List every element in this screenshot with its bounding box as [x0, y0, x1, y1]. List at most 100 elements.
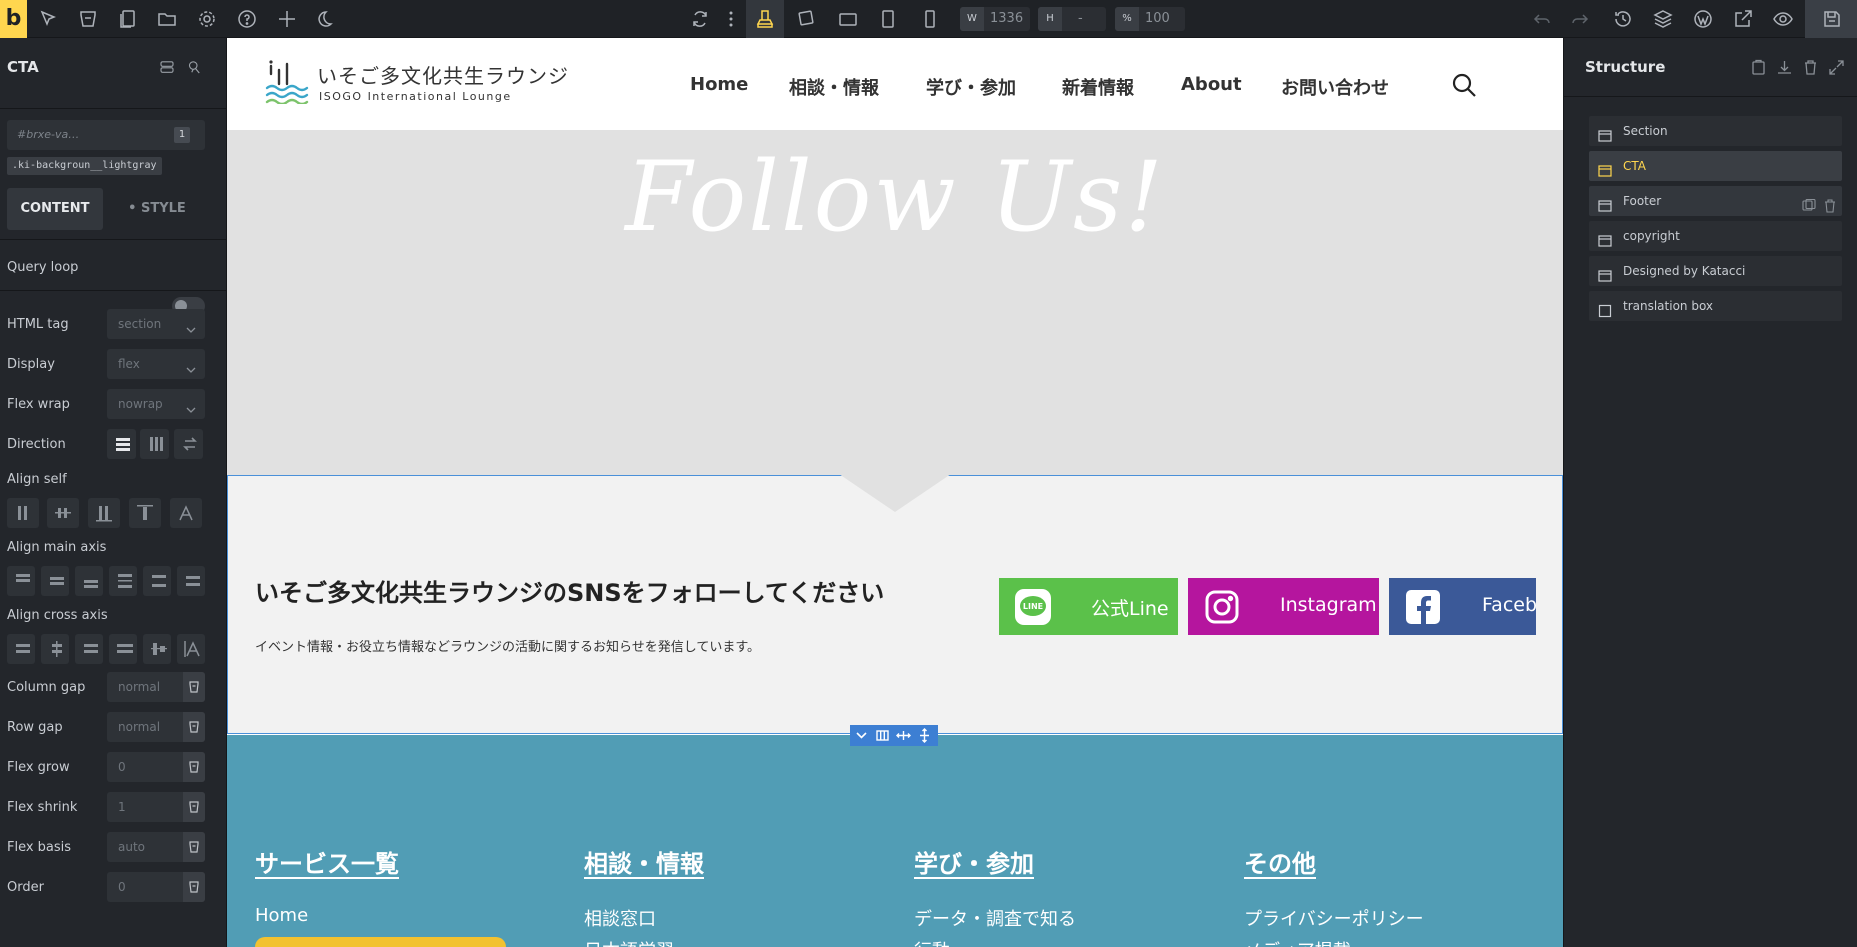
dark-mode-moon-icon[interactable] — [315, 7, 339, 31]
structure-item-cta[interactable]: CTA — [1589, 151, 1842, 181]
footer-link[interactable]: 相談窓口 — [584, 905, 656, 931]
undo-icon[interactable] — [1530, 7, 1554, 31]
zoom-field[interactable]: % 100 — [1115, 7, 1185, 31]
flex-shrink-input[interactable]: 1 — [107, 792, 205, 822]
justify-end-button[interactable] — [75, 566, 103, 596]
align-self-center-button[interactable] — [47, 498, 79, 528]
structure-item-translation-box[interactable]: translation box — [1589, 291, 1842, 321]
footer-heading-other[interactable]: その他 — [1244, 844, 1316, 879]
mobile-icon[interactable] — [918, 7, 942, 31]
css-variable-icon[interactable] — [183, 712, 205, 742]
structure-item-section[interactable]: Section — [1589, 116, 1842, 146]
site-logo-text[interactable]: いそご多文化共生ラウンジ — [317, 60, 569, 89]
layers-icon[interactable] — [1651, 7, 1675, 31]
cursor-icon[interactable] — [36, 7, 60, 31]
justify-start-button[interactable] — [7, 566, 35, 596]
add-element-icon[interactable] — [275, 7, 299, 31]
nav-about[interactable]: About — [1181, 74, 1242, 95]
align-items-stretch-button[interactable] — [109, 634, 137, 664]
footer-link[interactable]: Home — [255, 905, 308, 926]
resize-horizontal-icon[interactable] — [896, 728, 911, 743]
align-self-start-button[interactable] — [7, 498, 39, 528]
tablet-landscape-icon[interactable] — [836, 7, 860, 31]
nav-news[interactable]: 新着情報 — [1062, 74, 1134, 100]
flex-grow-input[interactable]: 0 — [107, 752, 205, 782]
templates-icon[interactable] — [76, 7, 100, 31]
columns-icon[interactable] — [875, 728, 890, 743]
html-tag-select[interactable]: section — [107, 309, 205, 339]
resize-vertical-icon[interactable] — [917, 728, 932, 743]
direction-column-button[interactable] — [140, 429, 169, 459]
direction-reverse-button[interactable] — [174, 429, 203, 459]
flex-basis-input[interactable]: auto — [107, 832, 205, 862]
structure-item-designed-by[interactable]: Designed by Katacci — [1589, 256, 1842, 286]
lounge-logo-mark-icon[interactable] — [265, 60, 311, 106]
align-items-end-button[interactable] — [75, 634, 103, 664]
align-items-text-button[interactable] — [177, 634, 205, 664]
settings-gear-icon[interactable] — [195, 7, 219, 31]
nav-consultation[interactable]: 相談・情報 — [789, 74, 879, 100]
nav-learning[interactable]: 学び・参加 — [926, 74, 1016, 100]
align-items-baseline-button[interactable] — [143, 634, 171, 664]
tab-content[interactable]: CONTENT — [7, 188, 103, 230]
footer-heading-consultation[interactable]: 相談・情報 — [584, 844, 704, 879]
justify-center-button[interactable] — [41, 566, 69, 596]
css-variable-icon[interactable] — [183, 832, 205, 862]
order-input[interactable]: 0 — [107, 872, 205, 902]
footer-link[interactable]: データ・調査で知る — [914, 905, 1076, 931]
footer-link[interactable]: プライバシーポリシー — [1244, 905, 1424, 931]
laptop-breakpoint-icon[interactable] — [794, 7, 818, 31]
display-select[interactable]: flex — [107, 349, 205, 379]
preview-eye-icon[interactable] — [1771, 7, 1795, 31]
width-field[interactable]: W 1336 — [960, 7, 1030, 31]
css-variables-icon[interactable] — [185, 58, 203, 76]
align-items-center-button[interactable] — [41, 634, 69, 664]
structure-item-footer[interactable]: Footer — [1589, 186, 1842, 216]
footer-link[interactable]: 日本語学習 — [584, 937, 674, 947]
structure-item-copyright[interactable]: copyright — [1589, 221, 1842, 251]
footer-highlight-button[interactable] — [255, 937, 506, 947]
search-icon[interactable] — [1450, 71, 1478, 99]
download-icon[interactable] — [1776, 59, 1793, 76]
wordpress-icon[interactable] — [1691, 7, 1715, 31]
redo-icon[interactable] — [1568, 7, 1592, 31]
align-self-baseline-button[interactable] — [170, 498, 202, 528]
footer-link[interactable]: 行動 — [914, 937, 950, 947]
css-variable-icon[interactable] — [183, 752, 205, 782]
convert-component-icon[interactable] — [158, 58, 176, 76]
instagram-button[interactable]: Instagram — [1188, 578, 1379, 635]
bricks-logo[interactable]: b — [0, 0, 27, 38]
history-icon[interactable] — [1611, 7, 1635, 31]
save-icon[interactable] — [1820, 7, 1844, 31]
desktop-breakpoint-icon[interactable] — [753, 7, 777, 31]
height-field[interactable]: H - — [1038, 7, 1106, 31]
flex-wrap-select[interactable]: nowrap — [107, 389, 205, 419]
row-gap-input[interactable]: normal — [107, 712, 205, 742]
facebook-button[interactable]: Facebo — [1389, 578, 1536, 635]
pages-icon[interactable] — [116, 7, 140, 31]
folder-icon[interactable] — [155, 7, 179, 31]
clipboard-icon[interactable] — [1750, 59, 1767, 76]
column-gap-input[interactable]: normal — [107, 672, 205, 702]
expand-icon[interactable] — [1828, 59, 1845, 76]
justify-around-button[interactable] — [143, 566, 171, 596]
chevron-down-icon[interactable] — [854, 728, 869, 743]
refresh-icon[interactable] — [688, 7, 712, 31]
nav-contact[interactable]: お問い合わせ — [1281, 74, 1389, 100]
align-self-stretch-button[interactable] — [129, 498, 161, 528]
css-class-tag[interactable]: .ki-backgroun__lightgray — [7, 157, 162, 175]
line-button[interactable]: LINE 公式Line — [999, 578, 1178, 635]
footer-heading-services[interactable]: サービス一覧 — [255, 844, 399, 879]
tab-style[interactable]: • STYLE — [112, 188, 202, 230]
more-vertical-icon[interactable] — [719, 7, 743, 31]
align-items-start-button[interactable] — [7, 634, 35, 664]
tablet-portrait-icon[interactable] — [876, 7, 900, 31]
css-variable-icon[interactable] — [183, 872, 205, 902]
direction-row-button[interactable] — [107, 429, 136, 459]
nav-home[interactable]: Home — [690, 74, 748, 95]
justify-between-button[interactable] — [109, 566, 137, 596]
footer-link[interactable]: メディア掲載 — [1244, 937, 1351, 947]
css-variable-icon[interactable] — [183, 672, 205, 702]
css-variable-icon[interactable] — [183, 792, 205, 822]
justify-evenly-button[interactable] — [177, 566, 205, 596]
